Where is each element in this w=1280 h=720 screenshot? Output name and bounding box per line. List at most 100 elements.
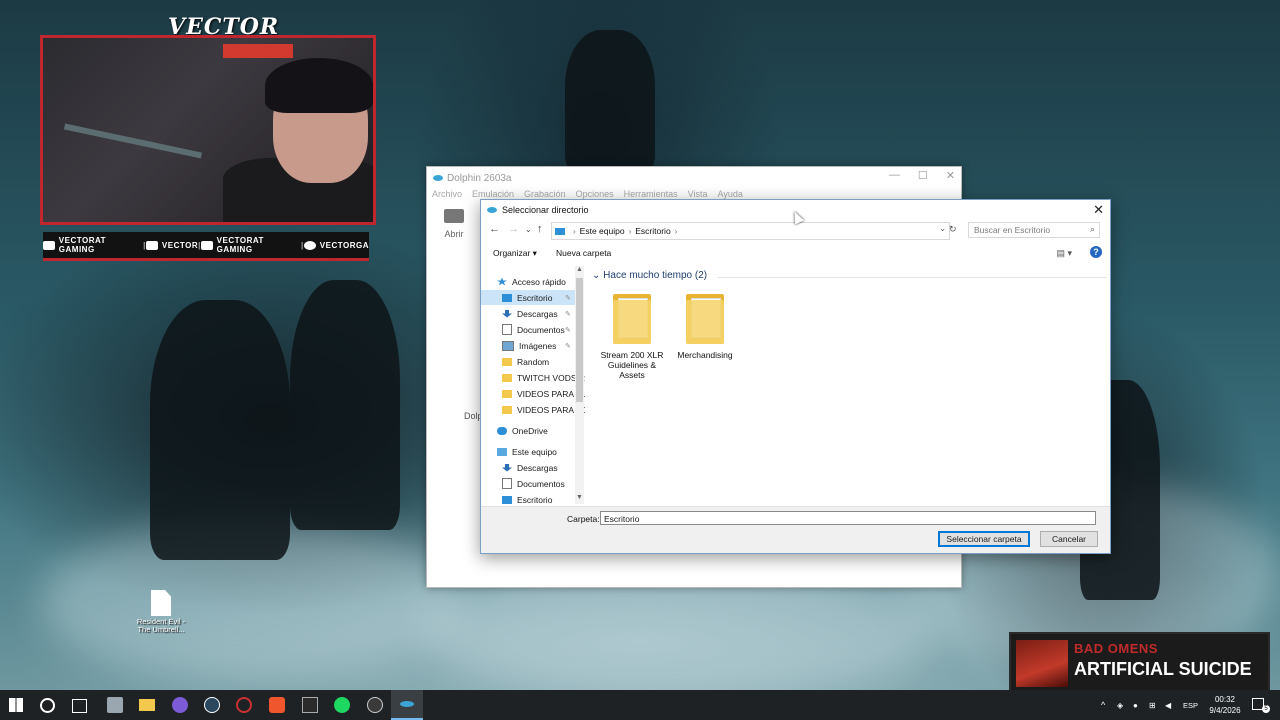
now-playing-widget: BAD OMENS ARTIFICIAL SUICIDE xyxy=(1009,632,1270,693)
nav-item-videos-para-su[interactable]: VIDEOS PARA SU xyxy=(502,386,585,401)
obs-icon[interactable] xyxy=(367,697,383,713)
folder-icon xyxy=(502,389,512,398)
scroll-thumb[interactable] xyxy=(576,278,583,402)
group-header[interactable]: ⌄ Hace mucho tiempo (2) xyxy=(592,270,707,281)
folder-item[interactable]: Stream 200 XLR Guidelines & Assets xyxy=(600,292,664,380)
maximize-button[interactable]: ☐ xyxy=(918,169,928,182)
search-icon[interactable] xyxy=(40,698,55,713)
steam-icon[interactable] xyxy=(204,697,220,713)
network-icon[interactable]: ⊞ xyxy=(1149,690,1156,720)
windows-start-icon[interactable] xyxy=(9,698,23,712)
up-arrow-icon[interactable]: ↑ xyxy=(537,223,543,235)
organize-button[interactable]: Organizar ▾ xyxy=(493,248,537,259)
cancel-button[interactable]: Cancelar xyxy=(1040,531,1098,547)
nav-scrollbar[interactable]: ▲ ▼ xyxy=(575,266,584,504)
search-icon: ⌕ xyxy=(1089,224,1095,234)
pin-icon: ✎ xyxy=(565,310,571,318)
folder-icon xyxy=(502,405,512,414)
social-twitch: VECTOR xyxy=(145,240,198,250)
forward-arrow-icon[interactable]: → xyxy=(508,223,519,235)
social-instagram: VECTORGA xyxy=(303,240,369,250)
folder-item[interactable]: Merchandising xyxy=(673,292,737,360)
nav-item-onedrive[interactable]: OneDrive xyxy=(497,423,548,438)
dolphin-title: Dolphin 2603a xyxy=(447,172,512,184)
file-explorer-icon[interactable] xyxy=(139,699,155,711)
dolphin-icon xyxy=(400,701,414,707)
folder-icon xyxy=(611,292,653,346)
scroll-up-icon[interactable]: ▲ xyxy=(576,266,583,273)
social-twitter: VECTORAT GAMING xyxy=(200,236,301,254)
app-icon[interactable] xyxy=(236,697,252,713)
breadcrumb-este-equipo[interactable]: Este equipo xyxy=(580,226,625,236)
clock[interactable]: 00:32 9/4/2026 xyxy=(1202,694,1248,716)
help-icon[interactable]: ? xyxy=(1090,246,1102,258)
tray-app-icon[interactable]: ◈ xyxy=(1117,690,1123,720)
address-bar[interactable]: › Este equipo › Escritorio › ⌄ xyxy=(551,222,950,240)
nav-item-descargas[interactable]: Descargas ✎ xyxy=(502,306,575,321)
now-playing-artist: BAD OMENS xyxy=(1074,641,1158,656)
clock-time: 00:32 xyxy=(1214,695,1236,704)
nav-item-descargas-2[interactable]: Descargas xyxy=(502,460,558,475)
app-icon[interactable] xyxy=(302,697,318,713)
computer-icon xyxy=(497,447,507,456)
back-arrow-icon[interactable]: ← xyxy=(489,223,500,235)
select-folder-button[interactable]: Seleccionar carpeta xyxy=(938,531,1030,547)
twitter-icon xyxy=(200,240,213,250)
download-icon xyxy=(502,463,512,472)
nav-item-documentos[interactable]: Documentos ✎ xyxy=(502,322,575,337)
address-dropdown-icon[interactable]: ⌄ xyxy=(939,224,946,233)
nav-item-documentos-2[interactable]: Documentos xyxy=(502,476,565,491)
microphone-icon[interactable]: ● xyxy=(1133,690,1138,720)
dolphin-taskbar-button[interactable] xyxy=(391,690,423,720)
scroll-down-icon[interactable]: ▼ xyxy=(576,494,583,501)
social-bar: VECTORAT GAMING | VECTOR | VECTORAT GAMI… xyxy=(43,232,369,261)
disc-icon xyxy=(444,209,464,223)
spotify-icon[interactable] xyxy=(334,697,350,713)
nav-item-este-equipo[interactable]: Este equipo xyxy=(497,444,557,459)
dialog-title: Seleccionar directorio xyxy=(502,205,589,215)
nav-item-imagenes[interactable]: Imágenes ✎ xyxy=(502,338,575,353)
view-options-icon[interactable]: ▤ ▾ xyxy=(1056,248,1072,259)
star-icon xyxy=(497,277,507,286)
album-art xyxy=(1016,640,1068,687)
folder-icon xyxy=(502,373,512,382)
webcam-overlay xyxy=(40,35,376,225)
nav-item-acceso-rapido[interactable]: Acceso rápido xyxy=(497,274,566,289)
computer-icon xyxy=(555,227,565,235)
open-button[interactable]: Abrir xyxy=(439,209,469,239)
nav-item-escritorio-2[interactable]: Escritorio xyxy=(502,492,552,504)
download-icon xyxy=(502,309,512,318)
nav-item-escritorio[interactable]: Escritorio ✎ xyxy=(481,290,575,305)
volume-icon[interactable]: ◀ xyxy=(1165,690,1171,720)
pin-icon: ✎ xyxy=(565,342,571,350)
discord-icon[interactable] xyxy=(172,697,188,713)
desktop-file-icon[interactable]: Resident Evil - The Umbrell... xyxy=(136,590,186,634)
nav-item-videos-para-yc[interactable]: VIDEOS PARA YC xyxy=(502,402,585,417)
folder-field[interactable]: Escritorio xyxy=(600,511,1096,525)
navigation-pane: Acceso rápido Escritorio ✎ Descargas ✎ D… xyxy=(481,266,585,504)
social-youtube: VECTORAT GAMING xyxy=(43,236,143,254)
task-view-icon[interactable] xyxy=(72,699,87,713)
search-input[interactable]: Buscar en Escritorio ⌕ xyxy=(968,222,1100,238)
menu-archivo[interactable]: Archivo xyxy=(432,189,462,203)
recent-dropdown-icon[interactable]: ⌄ xyxy=(525,225,532,234)
nav-item-random[interactable]: Random xyxy=(502,354,549,369)
language-indicator[interactable]: ESP xyxy=(1183,701,1198,710)
document-icon xyxy=(502,324,512,335)
app-icon[interactable] xyxy=(107,697,123,713)
desktop-icon xyxy=(502,495,512,504)
youtube-icon xyxy=(43,240,55,250)
pin-icon: ✎ xyxy=(565,294,571,302)
close-button[interactable]: ✕ xyxy=(946,169,955,182)
folder-label: Carpeta: xyxy=(567,514,600,524)
minimize-button[interactable]: — xyxy=(889,169,900,182)
dolphin-titlebar: Dolphin 2603a xyxy=(427,167,961,189)
new-folder-button[interactable]: Nueva carpeta xyxy=(556,248,611,258)
nav-item-twitch-vods[interactable]: TWITCH VODS R xyxy=(502,370,585,385)
brave-icon[interactable] xyxy=(269,697,285,713)
dialog-close-button[interactable]: ✕ xyxy=(1093,202,1104,218)
breadcrumb-escritorio[interactable]: Escritorio xyxy=(635,226,670,236)
instagram-icon xyxy=(303,240,316,250)
tray-expand-icon[interactable]: ^ xyxy=(1101,690,1105,720)
refresh-icon[interactable]: ↻ xyxy=(949,224,957,235)
